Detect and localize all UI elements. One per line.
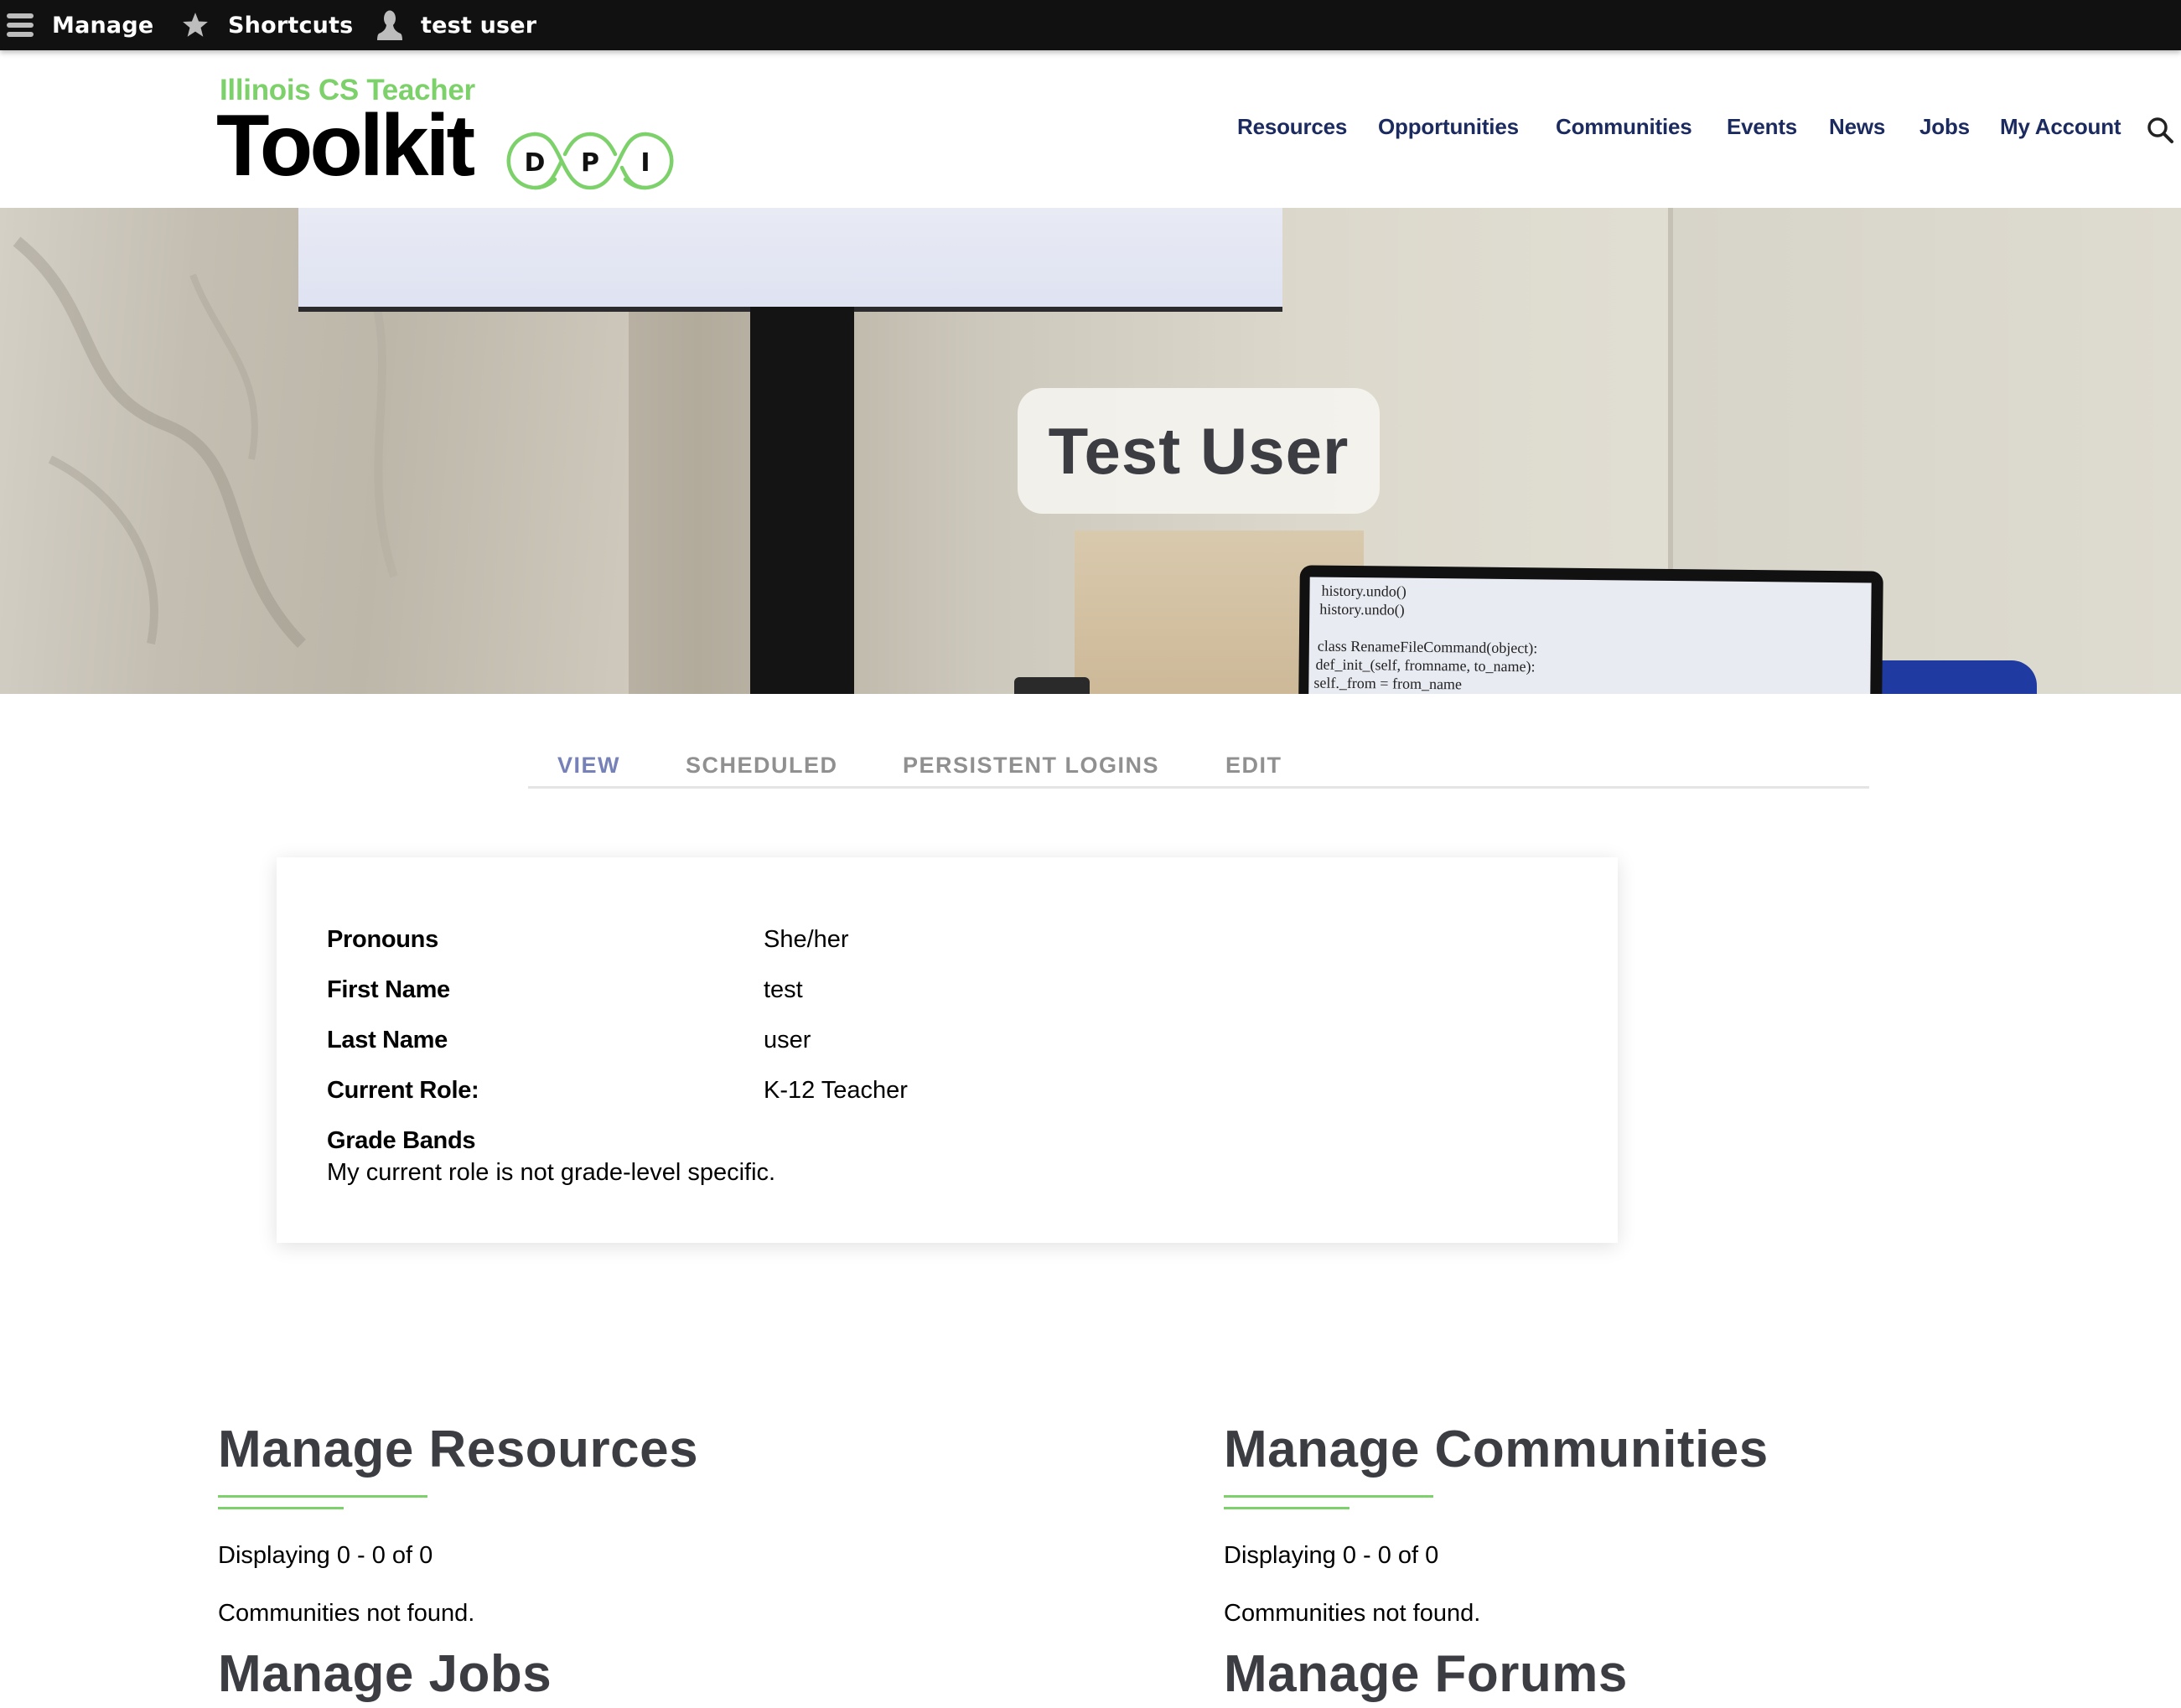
field-label: Pronouns — [327, 926, 438, 953]
svg-text:I: I — [640, 148, 650, 178]
user-icon — [377, 10, 402, 40]
logo-title: Toolkit — [216, 97, 475, 194]
section-heading: Manage Resources — [218, 1421, 699, 1478]
nav-events[interactable]: Events — [1727, 114, 1797, 140]
result-count: Displaying 0 - 0 of 0 — [218, 1542, 433, 1569]
code-line: history.undo() — [1321, 582, 1407, 600]
hero-blue-object — [1869, 660, 2037, 694]
nav-my-account[interactable]: My Account — [2000, 114, 2121, 140]
hero-banner: history.undo() history.undo() class Rena… — [0, 208, 2181, 694]
code-line: self._from = from_name — [1313, 674, 1463, 693]
field-label: First Name — [327, 976, 450, 1003]
manage-label: Manage — [52, 12, 154, 39]
shortcuts-button[interactable]: Shortcuts — [181, 0, 353, 50]
user-menu-button[interactable]: test user — [377, 0, 536, 50]
page-title: Test User — [1048, 413, 1350, 488]
manage-forums-heading: Manage Forums — [1224, 1645, 1628, 1703]
nav-news[interactable]: News — [1829, 114, 1885, 140]
field-value: test — [764, 976, 803, 1003]
dpi-logo-icon: D P I — [506, 132, 674, 190]
nav-resources[interactable]: Resources — [1237, 114, 1347, 140]
empty-message: Communities not found. — [218, 1600, 475, 1627]
code-line: def_init_(self, fromname, to_name): — [1315, 655, 1536, 675]
nav-communities[interactable]: Communities — [1556, 114, 1692, 140]
hero-tv-stand — [750, 307, 854, 694]
field-label: Current Role: — [327, 1077, 479, 1104]
manage-resources-section: Manage Resources Displaying 0 - 0 of 0 C… — [218, 1416, 1056, 1703]
heading-underline-short — [218, 1507, 344, 1509]
field-value: K-12 Teacher — [764, 1077, 908, 1104]
heading-underline — [1224, 1495, 1433, 1498]
code-line: history.undo() — [1319, 600, 1405, 619]
site-logo[interactable]: Illinois CS Teacher Toolkit D P I — [216, 74, 689, 191]
laptop-screen: history.undo() history.undo() class Rena… — [1308, 577, 1872, 694]
profile-tabs: VIEW SCHEDULED PERSISTENT LOGINS EDIT — [528, 738, 1869, 789]
hero-tv-screen — [298, 208, 1282, 312]
star-icon — [181, 11, 210, 39]
search-button[interactable] — [2146, 116, 2174, 144]
hero-dark-object — [1014, 677, 1090, 694]
hero-laptop: history.undo() history.undo() class Rena… — [1298, 565, 1883, 694]
code-line: class RenameFileCommand(object): — [1317, 637, 1538, 657]
field-value: She/her — [764, 926, 849, 953]
nav-jobs[interactable]: Jobs — [1919, 114, 1970, 140]
manage-jobs-heading: Manage Jobs — [218, 1645, 552, 1703]
nav-opportunities[interactable]: Opportunities — [1378, 114, 1519, 140]
tab-scheduled[interactable]: SCHEDULED — [686, 753, 838, 779]
heading-underline — [218, 1495, 427, 1498]
svg-text:P: P — [581, 148, 599, 178]
result-count: Displaying 0 - 0 of 0 — [1224, 1542, 1439, 1569]
search-icon — [2147, 117, 2173, 143]
shortcuts-label: Shortcuts — [228, 12, 354, 39]
tab-persistent-logins[interactable]: PERSISTENT LOGINS — [903, 753, 1159, 779]
profile-card: Pronouns She/her First Name test Last Na… — [277, 857, 1618, 1243]
section-heading: Manage Communities — [1224, 1421, 1769, 1478]
manage-menu-button[interactable]: Manage — [7, 0, 153, 50]
empty-message: Communities not found. — [1224, 1600, 1481, 1627]
field-value: My current role is not grade-level speci… — [327, 1159, 776, 1186]
field-label: Grade Bands — [327, 1127, 476, 1154]
field-label: Last Name — [327, 1027, 448, 1053]
manage-communities-section: Manage Communities Displaying 0 - 0 of 0… — [1224, 1416, 2062, 1703]
field-value: user — [764, 1027, 811, 1053]
heading-underline-short — [1224, 1507, 1350, 1509]
tab-view[interactable]: VIEW — [557, 753, 620, 779]
admin-toolbar: Manage Shortcuts test user — [0, 0, 2181, 50]
hero-title-box: Test User — [1018, 388, 1380, 514]
user-label: test user — [421, 12, 537, 39]
svg-text:D: D — [525, 148, 546, 178]
tab-edit[interactable]: EDIT — [1225, 753, 1282, 779]
site-header: Illinois CS Teacher Toolkit D P I Resour… — [0, 50, 2181, 208]
hamburger-icon — [7, 13, 34, 38]
